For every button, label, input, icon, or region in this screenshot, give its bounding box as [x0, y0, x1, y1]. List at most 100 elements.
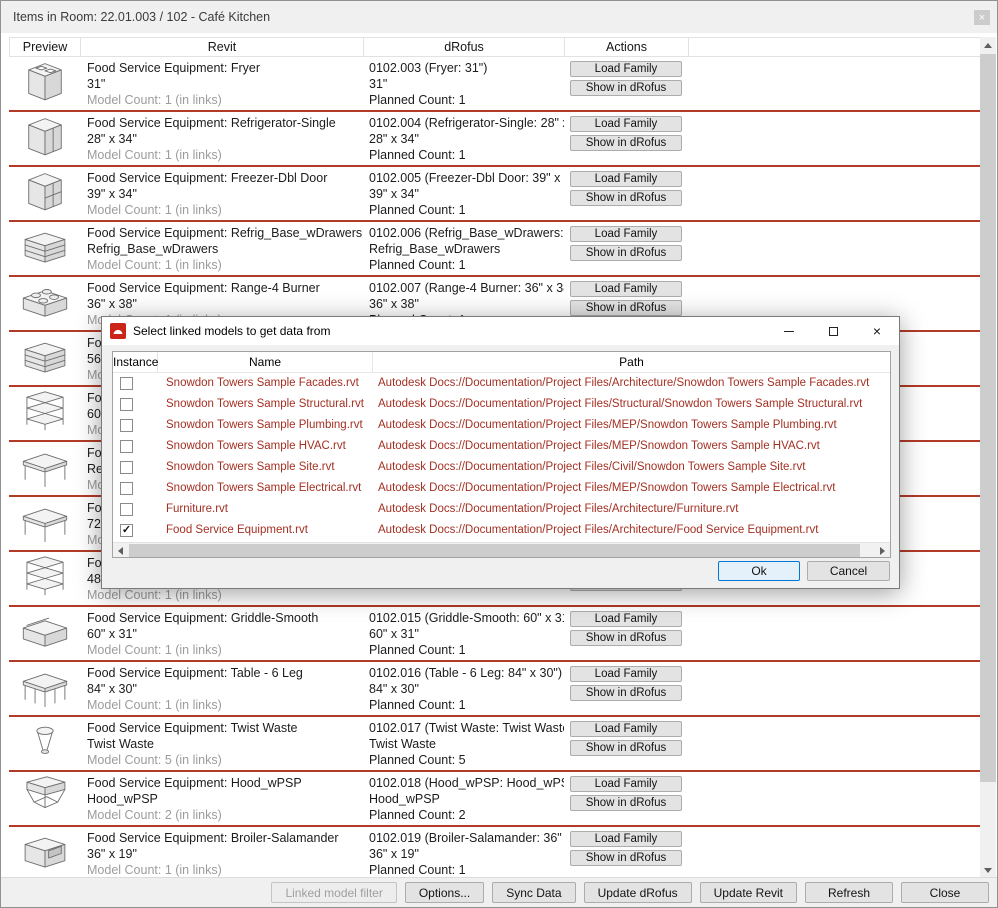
item-preview: [9, 497, 80, 550]
column-header-instance: Instance: [113, 352, 158, 372]
revit-type-name: 28" x 34": [87, 131, 363, 147]
linked-model-rows: Snowdon Towers Sample Facades.rvt Autode…: [113, 373, 890, 541]
planned-count: Planned Count: 5: [369, 752, 564, 768]
dialog-minimize-button[interactable]: [767, 317, 811, 345]
show-in-drofus-button[interactable]: Show in dRofus: [570, 245, 682, 261]
load-family-button[interactable]: Load Family: [570, 226, 682, 242]
revit-family-name: Food Service Equipment: Broiler-Salamand…: [87, 830, 363, 846]
load-family-button[interactable]: Load Family: [570, 776, 682, 792]
revit-cell: Food Service Equipment: Refrigerator-Sin…: [80, 112, 363, 165]
footer-button-close[interactable]: Close: [901, 882, 989, 903]
model-count: Model Count: 1 (in links): [87, 862, 363, 878]
dialog-horizontal-scrollbar[interactable]: [113, 542, 890, 557]
drofus-item-code: 0102.003 (Fryer: 31"): [369, 60, 564, 76]
load-family-button[interactable]: Load Family: [570, 611, 682, 627]
scroll-down-button[interactable]: [980, 862, 996, 878]
planned-count: Planned Count: 1: [369, 697, 564, 713]
item-preview: [9, 552, 80, 605]
show-in-drofus-button[interactable]: Show in dRofus: [570, 795, 682, 811]
drofus-type-name: Hood_wPSP: [369, 791, 564, 807]
linked-model-name: Snowdon Towers Sample Facades.rvt: [158, 373, 373, 394]
scroll-left-button[interactable]: [113, 543, 128, 558]
instance-checkbox[interactable]: [120, 482, 133, 495]
load-family-button[interactable]: Load Family: [570, 61, 682, 77]
instance-checkbox[interactable]: ✓: [120, 524, 133, 537]
window-close-button[interactable]: ×: [974, 10, 990, 25]
maximize-icon: [829, 327, 838, 336]
load-family-button[interactable]: Load Family: [570, 666, 682, 682]
triangle-right-icon: [880, 547, 885, 555]
footer-button-refresh[interactable]: Refresh: [805, 882, 893, 903]
show-in-drofus-button[interactable]: Show in dRofus: [570, 80, 682, 96]
linked-model-path: Autodesk Docs://Documentation/Project Fi…: [373, 415, 890, 436]
scroll-up-button[interactable]: [980, 37, 996, 53]
column-header-drofus: dRofus: [364, 38, 565, 56]
actions-cell: Load Family Show in dRofus: [564, 112, 688, 165]
window-title: Items in Room: 22.01.003 / 102 - Café Ki…: [13, 1, 270, 33]
planned-count: Planned Count: 1: [369, 642, 564, 658]
show-in-drofus-button[interactable]: Show in dRofus: [570, 630, 682, 646]
instance-checkbox[interactable]: [120, 377, 133, 390]
drofus-type-name: 31": [369, 76, 564, 92]
load-family-button[interactable]: Load Family: [570, 281, 682, 297]
table-row: Food Service Equipment: Hood_wPSP Hood_w…: [9, 772, 981, 827]
table-header-filler: [689, 38, 980, 56]
footer-button-update-drofus[interactable]: Update dRofus: [584, 882, 692, 903]
ok-button[interactable]: Ok: [718, 561, 800, 581]
drofus-item-code: 0102.018 (Hood_wPSP: Hood_wPSP: [369, 775, 564, 791]
show-in-drofus-button[interactable]: Show in dRofus: [570, 850, 682, 866]
drofus-type-name: Refrig_Base_wDrawers: [369, 241, 564, 257]
load-family-button[interactable]: Load Family: [570, 171, 682, 187]
item-thumbnail-icon: [16, 665, 74, 712]
item-preview: [9, 387, 80, 440]
item-preview: [9, 112, 80, 165]
instance-checkbox[interactable]: [120, 419, 133, 432]
drofus-type-name: 36" x 19": [369, 846, 564, 862]
footer-button-sync-data[interactable]: Sync Data: [492, 882, 575, 903]
drofus-item-code: 0102.007 (Range-4 Burner: 36" x 38': [369, 280, 564, 296]
show-in-drofus-button[interactable]: Show in dRofus: [570, 740, 682, 756]
row-filler: [688, 772, 981, 825]
item-thumbnail-icon: [16, 775, 74, 822]
planned-count: Planned Count: 1: [369, 147, 564, 163]
show-in-drofus-button[interactable]: Show in dRofus: [570, 300, 682, 316]
instance-checkbox[interactable]: [120, 461, 133, 474]
item-thumbnail-icon: [16, 390, 74, 437]
model-count: Model Count: 1 (in links): [87, 92, 363, 108]
footer-button-update-revit[interactable]: Update Revit: [700, 882, 797, 903]
item-thumbnail-icon: [16, 555, 74, 602]
show-in-drofus-button[interactable]: Show in dRofus: [570, 190, 682, 206]
vertical-scroll-thumb[interactable]: [980, 54, 996, 782]
linked-models-header: Instance Name Path: [113, 352, 890, 373]
linked-model-name: Food Service Equipment.rvt: [158, 520, 373, 541]
vertical-scrollbar[interactable]: [980, 37, 996, 878]
revit-cell: Food Service Equipment: Fryer 31" Model …: [80, 57, 363, 110]
table-row: Food Service Equipment: Refrigerator-Sin…: [9, 112, 981, 167]
footer-button-linked-model-filter: Linked model filter: [271, 882, 396, 903]
revit-family-name: Food Service Equipment: Hood_wPSP: [87, 775, 363, 791]
dialog-maximize-button[interactable]: [811, 317, 855, 345]
row-filler: [688, 167, 981, 220]
cancel-button[interactable]: Cancel: [807, 561, 890, 581]
horizontal-scroll-thumb[interactable]: [129, 544, 860, 557]
revit-family-name: Food Service Equipment: Table - 6 Leg: [87, 665, 363, 681]
linked-models-list: Instance Name Path Snowdon Towers Sample…: [112, 351, 891, 558]
drofus-item-code: 0102.019 (Broiler-Salamander: 36" x: [369, 830, 564, 846]
drofus-cell: 0102.003 (Fryer: 31") 31" Planned Count:…: [363, 57, 564, 110]
linked-model-name: Snowdon Towers Sample Structural.rvt: [158, 394, 373, 415]
load-family-button[interactable]: Load Family: [570, 721, 682, 737]
scroll-right-button[interactable]: [875, 543, 890, 558]
show-in-drofus-button[interactable]: Show in dRofus: [570, 135, 682, 151]
instance-checkbox[interactable]: [120, 398, 133, 411]
revit-cell: Food Service Equipment: Refrig_Base_wDra…: [80, 222, 363, 275]
show-in-drofus-button[interactable]: Show in dRofus: [570, 685, 682, 701]
footer-button-options[interactable]: Options...: [405, 882, 484, 903]
instance-checkbox[interactable]: [120, 503, 133, 516]
load-family-button[interactable]: Load Family: [570, 116, 682, 132]
load-family-button[interactable]: Load Family: [570, 831, 682, 847]
instance-checkbox[interactable]: [120, 440, 133, 453]
linked-model-row: Snowdon Towers Sample Facades.rvt Autode…: [113, 373, 890, 394]
revit-type-name: 39" x 34": [87, 186, 363, 202]
dialog-close-button[interactable]: ×: [855, 317, 899, 345]
linked-model-row: ✓ Food Service Equipment.rvt Autodesk Do…: [113, 520, 890, 541]
